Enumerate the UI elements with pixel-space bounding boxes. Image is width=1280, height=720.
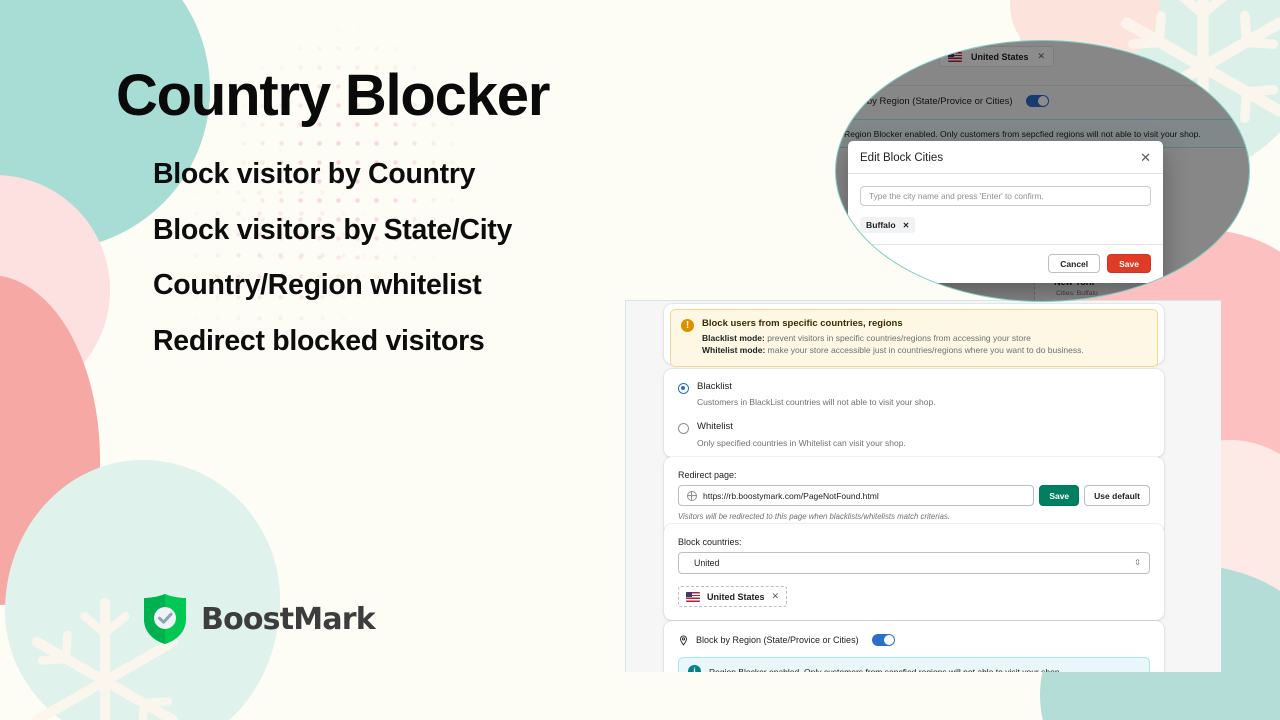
block-countries-card: Block countries: United ⇳ United States … — [664, 524, 1164, 620]
blacklist-mode-text: prevent visitors in specific countries/r… — [764, 333, 1031, 343]
close-icon[interactable]: ✕ — [903, 221, 910, 230]
redirect-page-label: Redirect page: — [678, 470, 737, 480]
city-tag-label: Buffalo — [866, 220, 896, 230]
redirect-url-input[interactable]: https://rb.boostymark.com/PageNotFound.h… — [678, 485, 1035, 506]
zoom-callout-content: United States ✕ Block by Region (State/P… — [836, 41, 1249, 301]
radio-option-blacklist[interactable]: Blacklist Customers in BlackList countri… — [678, 381, 1150, 408]
feature-item: Country/Region whitelist — [153, 269, 482, 301]
feature-item: Redirect blocked visitors — [153, 324, 485, 357]
country-tag-label: United States — [707, 591, 765, 602]
warning-banner-line: Blacklist mode: prevent visitors in spec… — [702, 332, 1084, 344]
redirect-page-card: Redirect page: https://rb.boostymark.com… — [664, 457, 1164, 534]
chevron-updown-icon[interactable]: ⇳ — [1134, 559, 1141, 567]
city-name-input[interactable]: Type the city name and press 'Enter' to … — [860, 186, 1151, 206]
block-by-region-card: Block by Region (State/Provice or Cities… — [664, 621, 1164, 672]
use-default-button[interactable]: Use default — [1084, 485, 1150, 506]
radio-blacklist-help: Customers in BlackList countries will no… — [697, 397, 936, 408]
country-search-input[interactable]: United ⇳ — [678, 552, 1150, 574]
warning-banner: ! Block users from specific countries, r… — [670, 309, 1158, 367]
radio-option-whitelist[interactable]: Whitelist Only specified countries in Wh… — [678, 421, 1150, 448]
close-icon[interactable]: ✕ — [772, 591, 780, 602]
zoom-callout-oval: United States ✕ Block by Region (State/P… — [835, 40, 1250, 302]
warning-banner-card: ! Block users from specific countries, r… — [664, 304, 1164, 367]
redirect-help-text: Visitors will be redirected to this page… — [678, 512, 950, 521]
country-tag-united-states[interactable]: United States ✕ — [678, 586, 788, 607]
feature-item: Block visitors by State/City — [153, 213, 513, 246]
feature-item: Block visitor by Country — [153, 158, 476, 190]
radio-whitelist-help: Only specified countries in Whitelist ca… — [697, 437, 906, 448]
brand-logo: BoostMark — [142, 593, 376, 645]
feature-list: Block visitor by Country Block visitors … — [153, 160, 512, 382]
radio-blacklist-input[interactable] — [678, 383, 689, 394]
app-screenshot-panel: ! Block users from specific countries, r… — [625, 300, 1221, 672]
city-tag-buffalo[interactable]: Buffalo ✕ — [860, 217, 916, 233]
alert-circle-icon: ! — [681, 319, 694, 332]
save-redirect-button[interactable]: Save — [1039, 485, 1080, 506]
block-countries-label: Block countries: — [678, 537, 742, 547]
country-search-value: United — [694, 558, 720, 568]
city-name-input-placeholder: Type the city name and press 'Enter' to … — [869, 191, 1044, 201]
whitelist-mode-text: make your store accessible just in count… — [765, 345, 1084, 356]
region-info-banner: i Region Blocker enabled. Only customers… — [678, 657, 1150, 672]
warning-banner-title: Block users from specific countries, reg… — [702, 318, 903, 329]
modal-save-button[interactable]: Save — [1107, 254, 1151, 273]
block-by-region-label: Block by Region (State/Provice or Cities… — [696, 635, 859, 645]
edit-block-cities-modal: Edit Block Cities ✕ Type the city name a… — [848, 141, 1163, 283]
blacklist-mode-label: Blacklist mode: — [702, 333, 765, 343]
us-flag-icon — [686, 591, 700, 602]
modal-title: Edit Block Cities — [860, 151, 944, 164]
map-pin-icon — [680, 634, 687, 646]
page-title: Country Blocker — [116, 63, 550, 128]
radio-whitelist-input[interactable] — [678, 423, 689, 435]
close-icon[interactable]: ✕ — [1140, 151, 1151, 164]
region-info-text: Region Blocker enabled. Only customers f… — [709, 666, 1062, 673]
radio-blacklist-label: Blacklist — [697, 381, 732, 392]
info-circle-icon: i — [688, 665, 701, 672]
mode-selection-card: Blacklist Customers in BlackList countri… — [664, 369, 1164, 457]
modal-cancel-button[interactable]: Cancel — [1048, 254, 1101, 273]
whitelist-mode-label: Whitelist mode: — [702, 345, 766, 356]
radio-whitelist-label: Whitelist — [697, 421, 733, 433]
block-by-region-toggle[interactable] — [871, 634, 895, 646]
logo-wordmark: BoostMark — [201, 601, 376, 637]
shield-check-icon — [144, 594, 186, 644]
globe-icon — [687, 490, 697, 501]
warning-banner-line: Whitelist mode: make your store accessib… — [702, 344, 1084, 356]
redirect-url-value: https://rb.boostymark.com/PageNotFound.h… — [703, 490, 879, 501]
